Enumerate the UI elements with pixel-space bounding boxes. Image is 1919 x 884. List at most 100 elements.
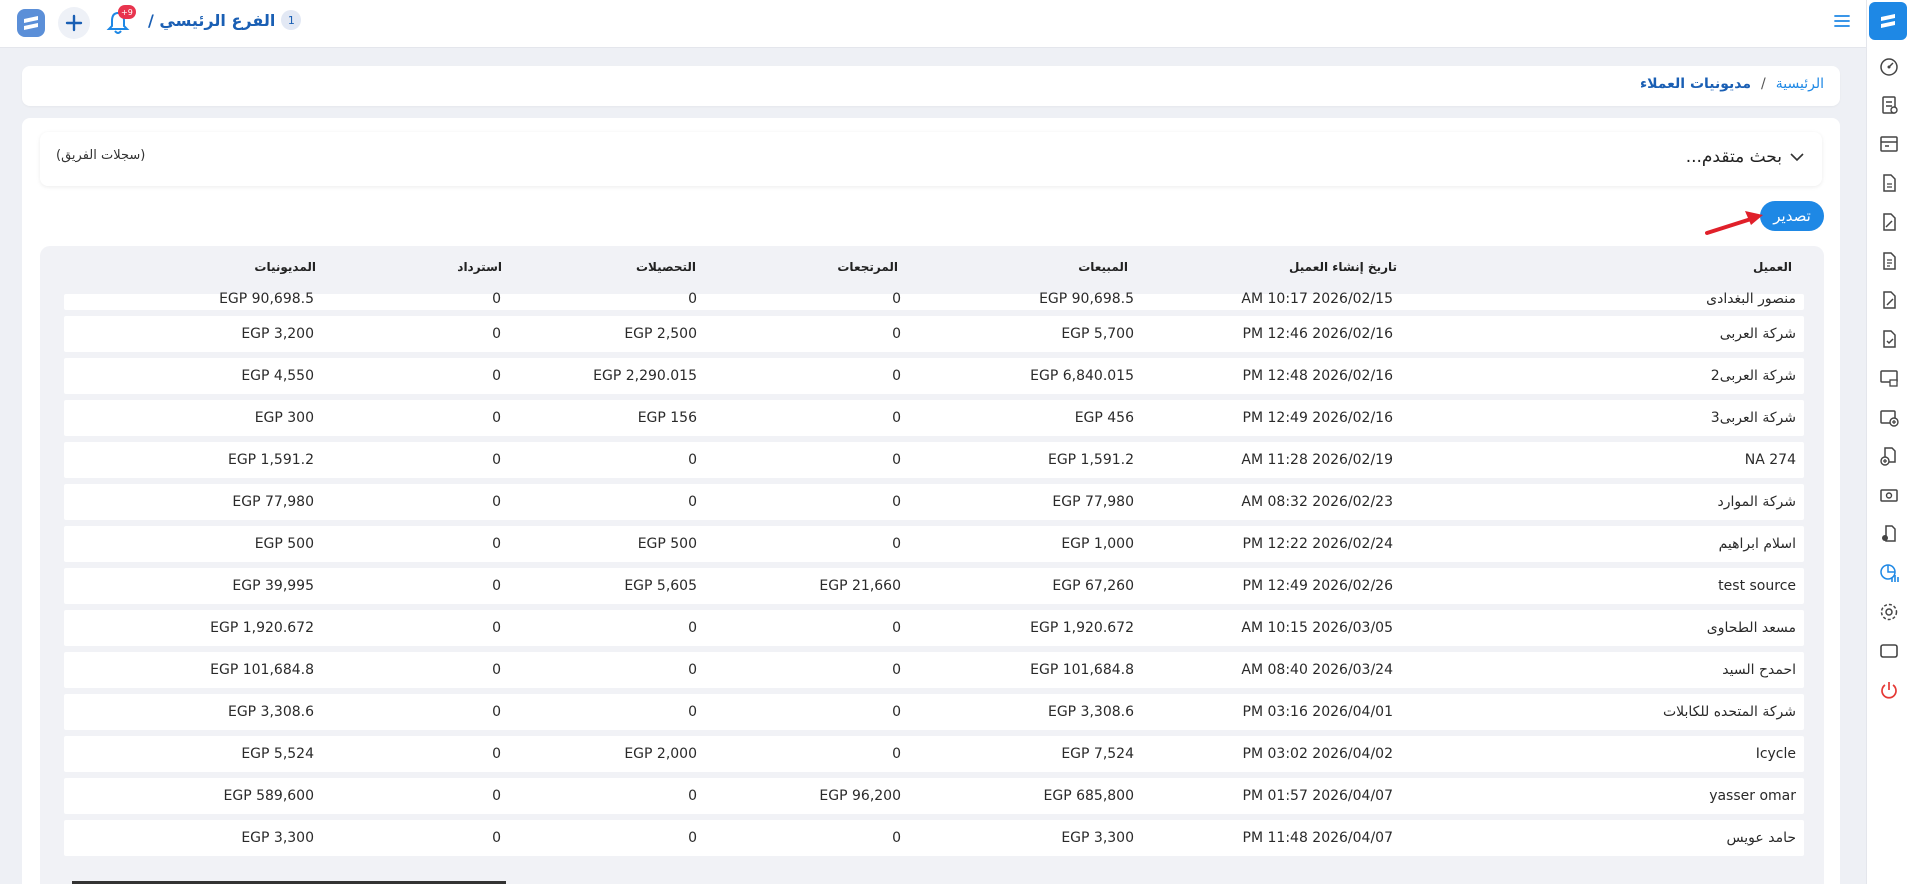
top-bar: +9 1 الفرع الرئيسي / <box>0 0 1866 48</box>
header-debts[interactable]: المديونيات <box>254 260 316 274</box>
cell-sales: EGP 5,700 <box>1061 326 1134 342</box>
table-row[interactable]: test source PM 12:49 2026/02/26 EGP 67,260… <box>64 568 1804 604</box>
cell-returns: 0 <box>892 704 901 720</box>
cell-collections: EGP 156 <box>637 410 697 426</box>
cell-customer: شركة الموارد <box>1717 494 1796 510</box>
cell-created-date: AM 08:32 2026/02/23 <box>1241 494 1393 510</box>
cell-returns: 0 <box>892 410 901 426</box>
cell-sales: EGP 101,684.8 <box>1030 662 1134 678</box>
table-row[interactable]: NA 274 AM 11:28 2026/02/19 EGP 1,591.2 0 0 0 E… <box>64 442 1804 478</box>
advanced-search-toggle[interactable]: بحث متقدم... <box>1686 147 1804 167</box>
cell-customer: احمدح السيد <box>1722 662 1796 678</box>
cell-customer: شركة العربى2 <box>1710 368 1796 384</box>
breadcrumb-home-link[interactable]: الرئيسية <box>1776 76 1824 92</box>
cell-debts: EGP 5,524 <box>241 746 314 762</box>
table-row[interactable]: مسعد الطحاوى AM 10:15 2026/03/05 EGP 1,920… <box>64 610 1804 646</box>
report-chart-icon[interactable] <box>1876 560 1902 586</box>
cell-refund: 0 <box>492 452 501 468</box>
cell-returns: 0 <box>892 662 901 678</box>
app-logo-icon[interactable] <box>16 8 46 38</box>
table-row[interactable]: شركة العربى3 PM 12:49 2026/02/16 EGP 456 0 E… <box>64 400 1804 436</box>
cell-customer: حامد عويس <box>1726 830 1796 846</box>
cell-returns: EGP 21,660 <box>819 578 901 594</box>
table-row[interactable]: شركة المتحده للكابلات PM 03:16 2026/04/01… <box>64 694 1804 730</box>
cell-customer: شركة العربى3 <box>1710 410 1796 426</box>
table-row[interactable]: yasser omar PM 01:57 2026/04/07 EGP 685,80… <box>64 778 1804 814</box>
cell-debts: EGP 101,684.8 <box>210 662 314 678</box>
branch-selector[interactable]: 1 الفرع الرئيسي / <box>148 10 302 30</box>
cell-returns: 0 <box>892 326 901 342</box>
add-document-icon[interactable] <box>1876 443 1902 469</box>
cell-debts: EGP 589,600 <box>223 788 314 804</box>
table-row[interactable]: حامد عويس PM 11:48 2026/04/07 EGP 3,300 0 0 0… <box>64 820 1804 856</box>
cell-debts: EGP 77,980 <box>232 494 314 510</box>
branch-number: 1 <box>281 10 302 30</box>
cell-customer: شركة العربى <box>1719 326 1796 342</box>
cell-sales: EGP 3,308.6 <box>1047 704 1134 720</box>
cell-debts: EGP 90,698.5 <box>219 291 314 307</box>
header-refund[interactable]: استرداد <box>457 260 502 274</box>
cell-returns: 0 <box>892 746 901 762</box>
cell-created-date: PM 01:57 2026/04/07 <box>1242 788 1393 804</box>
header-sales[interactable]: المبيعات <box>1078 260 1128 274</box>
table-row[interactable]: شركة الموارد AM 08:32 2026/02/23 EGP 77,98… <box>64 484 1804 520</box>
register-icon[interactable] <box>1876 131 1902 157</box>
receipt-icon[interactable] <box>1876 92 1902 118</box>
breadcrumb-separator: / <box>1761 76 1766 92</box>
speedometer-icon[interactable] <box>1876 54 1902 80</box>
document-edit-icon[interactable] <box>1876 209 1902 235</box>
cell-sales: EGP 3,300 <box>1061 830 1134 846</box>
cell-collections: EGP 2,500 <box>624 326 697 342</box>
advanced-search-panel[interactable]: بحث متقدم... (سجلات الفريق) <box>40 132 1822 186</box>
add-button[interactable] <box>58 7 90 39</box>
add-photo-icon[interactable] <box>1876 404 1902 430</box>
cell-collections: 0 <box>688 452 697 468</box>
chevron-down-icon <box>1790 153 1804 162</box>
table-row[interactable]: اسلام ابراهيم PM 12:22 2026/02/24 EGP 1,00… <box>64 526 1804 562</box>
cell-refund: 0 <box>492 662 501 678</box>
cell-returns: 0 <box>892 536 901 552</box>
file-text-icon[interactable] <box>1876 248 1902 274</box>
cell-debts: EGP 3,200 <box>241 326 314 342</box>
table-row[interactable]: شركة العربى PM 12:46 2026/02/16 EGP 5,700 0… <box>64 316 1804 352</box>
cell-created-date: PM 03:02 2026/04/02 <box>1242 746 1393 762</box>
header-collections[interactable]: التحصيلات <box>636 260 696 274</box>
header-created-date[interactable]: تاريخ إنشاء العميل <box>1289 260 1397 274</box>
settings-icon[interactable] <box>1876 599 1902 625</box>
cell-sales: EGP 90,698.5 <box>1039 291 1134 307</box>
tablet-icon[interactable] <box>1876 638 1902 664</box>
branch-name: الفرع الرئيسي / <box>148 10 276 30</box>
document-icon[interactable] <box>1876 170 1902 196</box>
user-document-icon[interactable] <box>1876 521 1902 547</box>
export-button[interactable]: تصدير <box>1760 201 1824 231</box>
cell-refund: 0 <box>492 536 501 552</box>
hamburger-menu-icon[interactable] <box>1832 11 1852 31</box>
file-edit-icon[interactable] <box>1876 287 1902 313</box>
breadcrumb-current: مديونيات العملاء <box>1639 76 1752 92</box>
cell-returns: 0 <box>892 830 901 846</box>
cell-collections: EGP 500 <box>637 536 697 552</box>
header-customer[interactable]: العميل <box>1753 260 1792 274</box>
table-row[interactable]: Icycle PM 03:02 2026/04/02 EGP 7,524 0 EGP 2… <box>64 736 1804 772</box>
power-icon[interactable] <box>1876 677 1902 703</box>
sidebar-logo-icon[interactable] <box>1869 2 1907 40</box>
cell-debts: EGP 500 <box>254 536 314 552</box>
cell-sales: EGP 77,980 <box>1052 494 1134 510</box>
cell-collections: EGP 2,290.015 <box>593 368 697 384</box>
table-row[interactable]: منصور البغدادى AM 10:17 2026/02/15 EGP 90,… <box>64 291 1804 310</box>
cell-sales: EGP 7,524 <box>1061 746 1134 762</box>
pos-screen-icon[interactable] <box>1876 365 1902 391</box>
cell-created-date: AM 10:17 2026/02/15 <box>1241 291 1393 307</box>
table-row[interactable]: شركة العربى2 PM 12:48 2026/02/16 EGP 6,840… <box>64 358 1804 394</box>
cash-icon[interactable] <box>1876 482 1902 508</box>
cell-debts: EGP 1,591.2 <box>227 452 314 468</box>
cell-refund: 0 <box>492 578 501 594</box>
cell-collections: EGP 2,000 <box>624 746 697 762</box>
cell-returns: 0 <box>892 494 901 510</box>
header-returns[interactable]: المرتجعات <box>837 260 898 274</box>
cell-collections: 0 <box>688 788 697 804</box>
file-check-icon[interactable] <box>1876 326 1902 352</box>
table-row[interactable]: احمدح السيد AM 08:40 2026/03/24 EGP 101,68… <box>64 652 1804 688</box>
cell-collections: EGP 5,605 <box>624 578 697 594</box>
cell-created-date: PM 12:49 2026/02/16 <box>1242 410 1393 426</box>
